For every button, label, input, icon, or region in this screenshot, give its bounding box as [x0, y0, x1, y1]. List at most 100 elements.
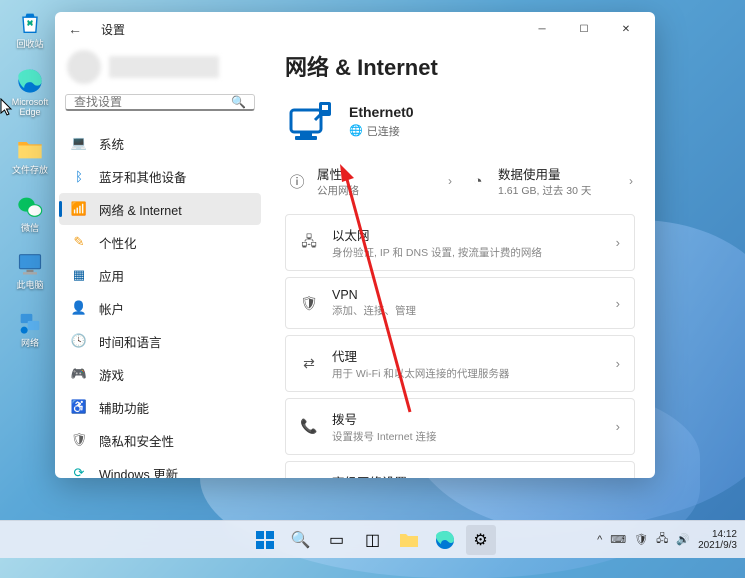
card-advanced[interactable]: ⚙ 高级网络设置查看所有网络适配器，网络重置 › [285, 461, 635, 478]
system-icon: 💻 [71, 135, 87, 151]
desktop-icon-wechat[interactable]: 微信 [6, 192, 54, 234]
properties-title: 属性 [317, 164, 359, 183]
this-pc-icon [15, 249, 45, 279]
folder-icon [15, 134, 45, 164]
desktop-icon-recycle-bin[interactable]: 回收站 [6, 8, 54, 50]
chevron-right-icon: › [616, 235, 620, 250]
desktop-icon-label: 微信 [21, 224, 39, 234]
privacy-icon: 🛡 [71, 432, 87, 448]
nav-label: 辅助功能 [99, 398, 149, 417]
card-vpn[interactable]: 🛡 VPN添加、连接、管理 › [285, 277, 635, 329]
network-icon: 📶 [71, 201, 87, 217]
back-button[interactable]: ← [63, 21, 87, 37]
tray-defender-icon[interactable]: 🛡 [634, 533, 648, 546]
ethernet-icon: 🖧 [300, 231, 318, 255]
chevron-right-icon: › [448, 174, 452, 188]
nav-item-privacy[interactable]: 🛡 隐私和安全性 [59, 424, 261, 456]
taskbar-edge[interactable] [430, 525, 460, 555]
sidebar: 🔍 💻 系统 ᛒ 蓝牙和其他设备 📶 网络 & Internet ✎ 个性化 ▦ 应用 👤… [55, 46, 265, 478]
taskbar-clock[interactable]: 14:12 2021/9/3 [698, 529, 737, 551]
nav-item-time[interactable]: 🕓时间和语言 [59, 325, 261, 357]
chevron-right-icon: › [616, 419, 620, 434]
account-name [109, 56, 219, 78]
main-content: 网络 & Internet Ethernet0 🌐已连接 ⓘ 属性 公用网络 [265, 46, 655, 478]
nav-label: 隐私和安全性 [99, 431, 174, 450]
taskbar-settings[interactable]: ⚙ [466, 525, 496, 555]
chevron-right-icon: › [616, 296, 620, 311]
tray-chevron-icon[interactable]: ^ [597, 534, 602, 546]
taskbar-widgets[interactable]: ◫ [358, 525, 388, 555]
chevron-right-icon: › [616, 356, 620, 371]
mouse-cursor [0, 98, 14, 116]
taskbar-explorer[interactable] [394, 525, 424, 555]
card-ethernet[interactable]: 🖧 以太网身份验证, IP 和 DNS 设置, 按流量计费的网络 › [285, 214, 635, 271]
connected-icon: 🌐 [349, 124, 363, 137]
nav-label: 游戏 [99, 365, 124, 384]
nav-item-network[interactable]: 📶 网络 & Internet [59, 193, 261, 225]
nav-item-gaming[interactable]: 🎮 游戏 [59, 358, 261, 390]
recycle-bin-icon [15, 8, 45, 38]
desktop-icon-folder[interactable]: 文件存放 [6, 134, 54, 176]
system-tray: ^ ⌨ 🛡 🖧 🔊 14:12 2021/9/3 [597, 529, 745, 551]
card-proxy[interactable]: ⇄ 代理用于 Wi-Fi 和以太网连接的代理服务器 › [285, 335, 635, 392]
desktop-icon-label: 回收站 [16, 40, 43, 50]
desktop-icon-label: 文件存放 [12, 166, 48, 176]
nav-label: 帐户 [99, 299, 124, 318]
minimize-button[interactable]: ─ [521, 15, 563, 43]
ethernet-hero-icon [285, 96, 335, 146]
settings-window: ← 设置 ─ ☐ ✕ 🔍 💻 系统 ᛒ 蓝牙和其他设备 📶 网络 & Internet… [55, 12, 655, 478]
properties-card[interactable]: ⓘ 属性 公用网络 › [285, 160, 454, 202]
account-header[interactable] [59, 50, 261, 84]
bluetooth-icon: ᛒ [71, 169, 87, 184]
start-button[interactable] [250, 525, 280, 555]
nav-label: 网络 & Internet [99, 200, 182, 219]
desktop-icons: 回收站 Microsoft Edge 文件存放 微信 此电脑 网络 [6, 8, 54, 349]
nav-item-accessibility[interactable]: ♿辅助功能 [59, 391, 261, 423]
chevron-right-icon: › [629, 174, 633, 188]
nav-item-update[interactable]: ⟳Windows 更新 [59, 457, 261, 478]
data-usage-card[interactable]: ◔ 数据使用量 1.61 GB, 过去 30 天 › [466, 160, 635, 202]
tray-volume-icon[interactable]: 🔊 [676, 533, 690, 546]
edge-icon [15, 66, 45, 96]
gaming-icon: 🎮 [71, 366, 87, 382]
personalization-icon: ✎ [71, 234, 87, 250]
proxy-icon: ⇄ [300, 355, 318, 372]
page-title: 网络 & Internet [285, 50, 635, 82]
card-dialup[interactable]: 📞 拨号设置拨号 Internet 连接 › [285, 398, 635, 455]
taskbar-search[interactable]: 🔍 [286, 525, 316, 555]
nav-item-apps[interactable]: ▦ 应用 [59, 259, 261, 291]
tray-ime-icon[interactable]: ⌨ [610, 533, 626, 546]
nav-label: 应用 [99, 266, 124, 285]
network-name: Ethernet0 [349, 104, 414, 120]
tray-network-icon[interactable]: 🖧 [656, 530, 668, 549]
search-box[interactable]: 🔍 [65, 94, 255, 111]
nav-list: 💻 系统 ᛒ 蓝牙和其他设备 📶 网络 & Internet ✎ 个性化 ▦ 应用 👤 帐户… [59, 127, 261, 478]
desktop-icon-this-pc[interactable]: 此电脑 [6, 249, 54, 291]
taskbar-taskview[interactable]: ▭ [322, 525, 352, 555]
nav-label: 系统 [99, 134, 124, 153]
nav-item-personalization[interactable]: ✎ 个性化 [59, 226, 261, 258]
nav-item-bluetooth[interactable]: ᛒ 蓝牙和其他设备 [59, 160, 261, 192]
data-usage-title: 数据使用量 [498, 164, 591, 183]
desktop-icon-label: 此电脑 [16, 281, 43, 291]
search-input[interactable] [74, 95, 231, 109]
nav-label: 个性化 [99, 233, 137, 252]
desktop-icon-network[interactable]: 网络 [6, 307, 54, 349]
taskbar: 🔍 ▭ ◫ ⚙ ^ ⌨ 🛡 🖧 🔊 14:12 2021/9/3 [0, 520, 745, 558]
dialup-icon: 📞 [300, 418, 318, 435]
network-hero: Ethernet0 🌐已连接 [285, 96, 635, 146]
data-usage-sub: 1.61 GB, 过去 30 天 [498, 183, 591, 198]
desktop-icon-label: 网络 [21, 339, 39, 349]
wechat-icon [15, 192, 45, 222]
close-button[interactable]: ✕ [605, 15, 647, 43]
search-icon: 🔍 [231, 95, 246, 109]
nav-label: 蓝牙和其他设备 [99, 167, 187, 186]
window-title: 设置 [101, 21, 125, 38]
maximize-button[interactable]: ☐ [563, 15, 605, 43]
accounts-icon: 👤 [71, 300, 87, 316]
network-status: 🌐已连接 [349, 123, 414, 139]
avatar [67, 50, 101, 84]
nav-item-system[interactable]: 💻 系统 [59, 127, 261, 159]
apps-icon: ▦ [71, 267, 87, 283]
nav-item-accounts[interactable]: 👤 帐户 [59, 292, 261, 324]
